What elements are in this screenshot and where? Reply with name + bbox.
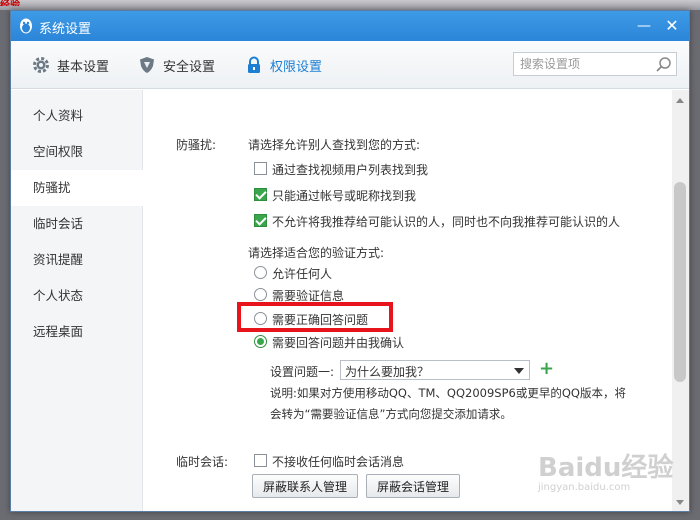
lock-icon bbox=[248, 56, 260, 73]
vertical-scrollbar[interactable] bbox=[672, 90, 689, 511]
scroll-up-arrow[interactable] bbox=[676, 98, 684, 103]
minimize-button[interactable]: — bbox=[633, 15, 655, 37]
radio-label: 需要回答问题并由我确认 bbox=[272, 336, 405, 350]
select-value: 为什么要加我？ bbox=[345, 365, 430, 379]
search-icon[interactable] bbox=[655, 56, 672, 73]
blocked-contacts-button[interactable]: 屏蔽联系人管理 bbox=[252, 474, 358, 498]
tab-basic-settings[interactable]: 基本设置 bbox=[31, 41, 109, 89]
scroll-thumb[interactable] bbox=[674, 182, 686, 382]
sidebar-item-profile[interactable]: 个人资料 bbox=[11, 98, 143, 134]
checkbox-label: 不允许将我推荐给可能认识的人，同时也不向我推荐可能认识的人 bbox=[272, 215, 621, 229]
qq-penguin-icon bbox=[20, 18, 32, 34]
note-line-2: 会转为“需要验证信息”方式向您提交添加请求。 bbox=[270, 407, 512, 421]
question-one-select[interactable]: 为什么要加我？ bbox=[340, 360, 530, 380]
radio-answer-and-confirm[interactable] bbox=[254, 335, 267, 348]
note-line-1: 说明:如果对方使用移动QQ、TM、QQ2009SP6或更早的QQ版本，将 bbox=[270, 386, 626, 400]
find-method-prompt: 请选择允许别人查找到您的方式: bbox=[248, 138, 421, 152]
watermark-logo-text: Baidu经验 bbox=[538, 453, 674, 483]
settings-window: 系统设置 — ✕ 基本设置 安全设置 权限设置 搜索设置项 个人资料 空间权限 … bbox=[10, 10, 690, 512]
question-one-label: 设置问题一: bbox=[270, 365, 335, 379]
sidebar-item-personal-status[interactable]: 个人状态 bbox=[11, 278, 143, 314]
search-box[interactable] bbox=[513, 52, 677, 76]
tab-label: 安全设置 bbox=[163, 59, 216, 75]
checkbox-find-via-video-list[interactable] bbox=[254, 162, 267, 175]
tab-security-settings[interactable]: 安全设置 bbox=[137, 41, 215, 89]
checkbox-label: 只能通过帐号或昵称找到我 bbox=[272, 189, 417, 203]
radio-allow-anyone[interactable] bbox=[254, 266, 267, 279]
chevron-down-icon bbox=[514, 368, 524, 374]
sidebar-item-news-reminder[interactable]: 资讯提醒 bbox=[11, 242, 143, 278]
close-button[interactable]: ✕ bbox=[661, 15, 683, 37]
baidu-watermark: Baidu经验 jingyan.baidu.com bbox=[538, 447, 673, 493]
blocked-sessions-button[interactable]: 屏蔽会话管理 bbox=[366, 474, 460, 498]
checkbox-find-via-account-only[interactable] bbox=[254, 188, 267, 201]
background-text-fragment: 经验 bbox=[0, 0, 20, 6]
checkbox-reject-temp-sessions[interactable] bbox=[254, 454, 267, 467]
search-input[interactable] bbox=[514, 53, 652, 75]
add-question-button[interactable]: + bbox=[539, 360, 554, 378]
sidebar: 个人资料 空间权限 防骚扰 临时会话 资讯提醒 个人状态 远程桌面 bbox=[11, 90, 143, 511]
scroll-down-arrow[interactable] bbox=[676, 500, 684, 505]
sidebar-item-temp-session[interactable]: 临时会话 bbox=[11, 206, 143, 242]
radio-require-verification-info[interactable] bbox=[254, 288, 267, 301]
verify-method-prompt: 请选择适合您的验证方式: bbox=[248, 246, 385, 260]
title-bar[interactable]: 系统设置 — ✕ bbox=[11, 11, 689, 41]
checkbox-no-recommendation[interactable] bbox=[254, 214, 267, 227]
sidebar-item-space-permission[interactable]: 空间权限 bbox=[11, 134, 143, 170]
checkbox-label: 通过查找视频用户列表找到我 bbox=[272, 163, 429, 177]
tab-label: 权限设置 bbox=[270, 59, 323, 75]
gear-icon bbox=[33, 57, 49, 73]
section-label-anti-harassment: 防骚扰: bbox=[176, 138, 217, 152]
shield-icon bbox=[140, 57, 154, 73]
tab-bar: 基本设置 安全设置 权限设置 bbox=[11, 41, 689, 89]
tab-label: 基本设置 bbox=[57, 59, 110, 75]
sidebar-item-remote-desktop[interactable]: 远程桌面 bbox=[11, 314, 143, 350]
section-label-temp-session: 临时会话: bbox=[176, 455, 229, 469]
checkbox-label: 不接收任何临时会话消息 bbox=[272, 455, 405, 469]
highlight-annotation-box bbox=[237, 302, 393, 332]
window-title: 系统设置 bbox=[39, 22, 92, 37]
background-strip: 经验 bbox=[0, 0, 700, 10]
radio-label: 允许任何人 bbox=[272, 267, 333, 281]
tab-permission-settings[interactable]: 权限设置 bbox=[244, 41, 322, 89]
sidebar-item-anti-harassment[interactable]: 防骚扰 bbox=[11, 170, 143, 206]
